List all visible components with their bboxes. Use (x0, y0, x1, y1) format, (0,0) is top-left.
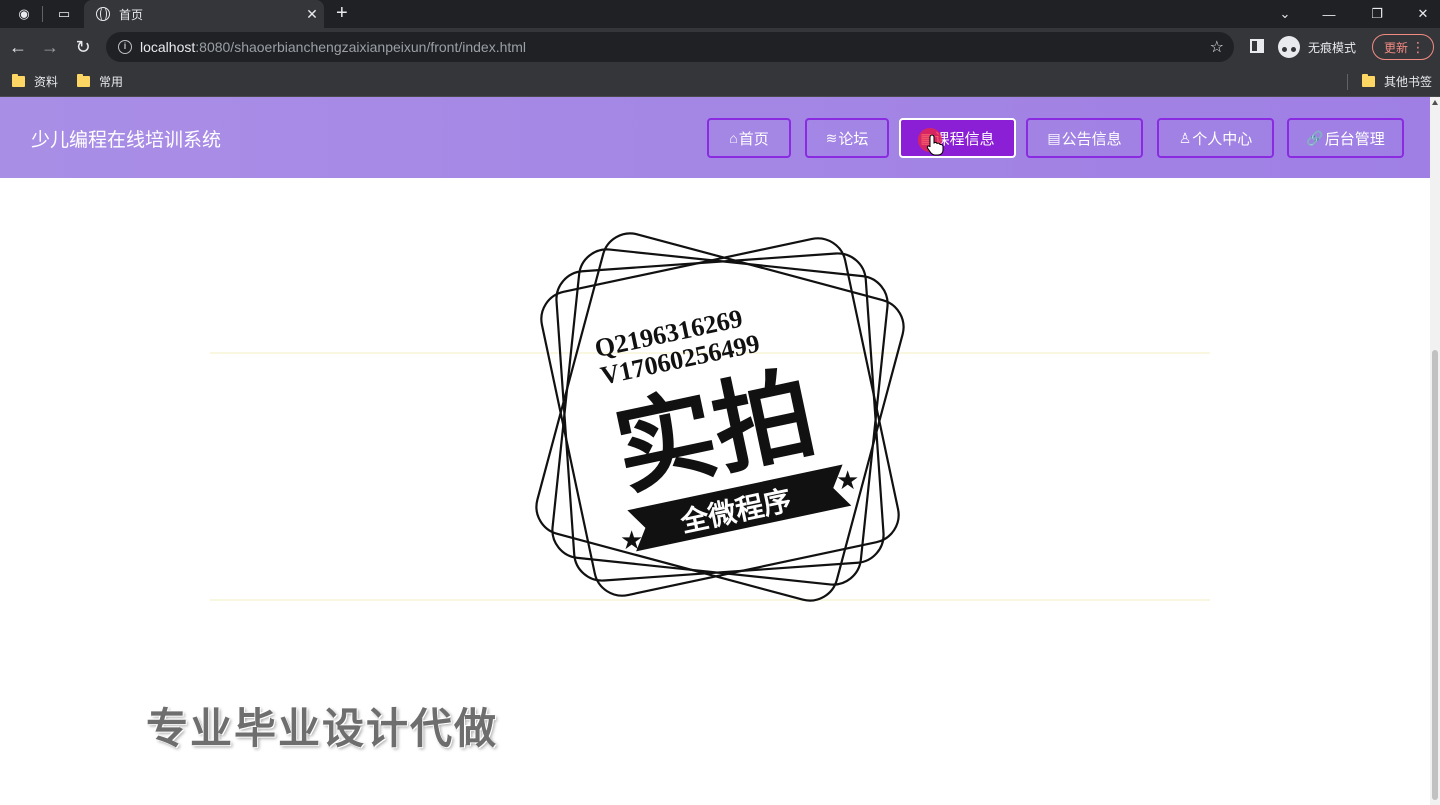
bookmarks-bar: 资料 常用 其他书签 (0, 66, 1440, 97)
folder-icon (77, 74, 90, 87)
nav-announcements-button[interactable]: ▤ 公告信息 (1026, 118, 1143, 158)
close-tab-icon[interactable]: ✕ (300, 6, 324, 23)
site-title: 少儿编程在线培训系统 (31, 130, 222, 151)
tab-title: 首页 (119, 7, 144, 22)
browser-tab-bar: ◉ ▭ 首页 ✕ + ⌄ — ❐ ✕ (0, 0, 1440, 28)
bookmark-label: 常用 (99, 75, 124, 89)
url-path: :8080/shaoerbianchengzaixianpeixun/front… (195, 39, 527, 55)
tab-search-icon[interactable]: ▭ (54, 4, 74, 24)
browser-tab-home[interactable]: 首页 ✕ (84, 0, 324, 28)
star-icon: ★ (836, 465, 859, 495)
nav-label: 公告信息 (1061, 130, 1122, 148)
update-label: 更新 (1384, 40, 1409, 55)
page-viewport: 少儿编程在线培训系统 ⌂ 首页 ≋ 论坛 ▦ 课程信息 ▤ 公告信息 ♙ 个人中… (0, 97, 1440, 805)
close-window-button[interactable]: ✕ (1400, 0, 1440, 28)
site-info-icon[interactable]: i (118, 40, 132, 54)
nav-course-info-button[interactable]: ▦ 课程信息 (899, 118, 1016, 158)
nav-label: 后台管理 (1324, 130, 1385, 148)
incognito-label: 无痕模式 (1308, 40, 1357, 55)
back-button[interactable]: ← (7, 36, 29, 58)
site-header: 少儿编程在线培训系统 ⌂ 首页 ≋ 论坛 ▦ 课程信息 ▤ 公告信息 ♙ 个人中… (0, 97, 1430, 178)
bookmark-folder-ziliao[interactable]: 资料 (12, 73, 58, 90)
nav-home-button[interactable]: ⌂ 首页 (707, 118, 791, 158)
nav-forum-button[interactable]: ≋ 论坛 (805, 118, 889, 158)
update-button[interactable]: 更新 ⋮ (1372, 34, 1434, 60)
home-icon: ⌂ (729, 130, 738, 146)
nav-label: 论坛 (838, 130, 869, 148)
nav-label: 首页 (738, 130, 769, 148)
watermark-bottom-text: 专业毕业设计代做 (146, 705, 499, 752)
other-bookmarks[interactable]: 其他书签 (1362, 73, 1432, 90)
minimize-button[interactable]: — (1306, 0, 1352, 28)
page-scrollbar[interactable] (1430, 97, 1440, 805)
side-panel-icon[interactable] (1250, 39, 1264, 53)
globe-icon (96, 7, 110, 21)
divider (42, 6, 43, 22)
address-bar[interactable]: i localhost :8080/shaoerbianchengzaixian… (106, 32, 1234, 62)
link-icon: 🔗 (1306, 129, 1324, 146)
url-host: localhost (140, 39, 196, 55)
incognito-indicator[interactable]: 无痕模式 (1278, 36, 1356, 58)
nav-profile-button[interactable]: ♙ 个人中心 (1157, 118, 1274, 158)
scrollbar-thumb[interactable] (1432, 350, 1438, 800)
bookmark-star-icon[interactable]: ☆ (1210, 37, 1224, 57)
user-icon: ♙ (1178, 129, 1192, 146)
star-icon: ★ (620, 525, 643, 555)
mouse-cursor-pointer-icon (918, 128, 948, 156)
nav-admin-button[interactable]: 🔗 后台管理 (1287, 118, 1404, 158)
browser-toolbar: ← → ↻ i localhost :8080/shaoerbianchengz… (0, 28, 1440, 66)
folder-icon (12, 74, 25, 87)
document-icon: ▤ (1047, 129, 1061, 146)
watermark-stamp: Q2196316269 V17060256499 实拍 全微程序 ★ ★ (535, 232, 905, 602)
divider (1347, 74, 1348, 90)
incognito-icon (1278, 36, 1300, 58)
other-bookmarks-label: 其他书签 (1384, 75, 1433, 89)
new-tab-button[interactable]: + (336, 1, 348, 25)
layers-icon: ≋ (825, 129, 838, 146)
bookmark-folder-changyong[interactable]: 常用 (77, 73, 123, 90)
restore-button[interactable]: ❐ (1354, 0, 1400, 28)
profile-globe-icon[interactable]: ◉ (14, 4, 34, 24)
scroll-up-arrow-icon[interactable] (1432, 100, 1438, 105)
forward-button[interactable]: → (39, 36, 61, 58)
menu-dots-icon: ⋮ (1411, 39, 1425, 55)
reload-button[interactable]: ↻ (72, 36, 94, 58)
bookmark-label: 资料 (34, 75, 59, 89)
tab-list-chevron-icon[interactable]: ⌄ (1262, 0, 1308, 28)
nav-label: 个人中心 (1192, 130, 1253, 148)
folder-icon (1362, 74, 1375, 87)
